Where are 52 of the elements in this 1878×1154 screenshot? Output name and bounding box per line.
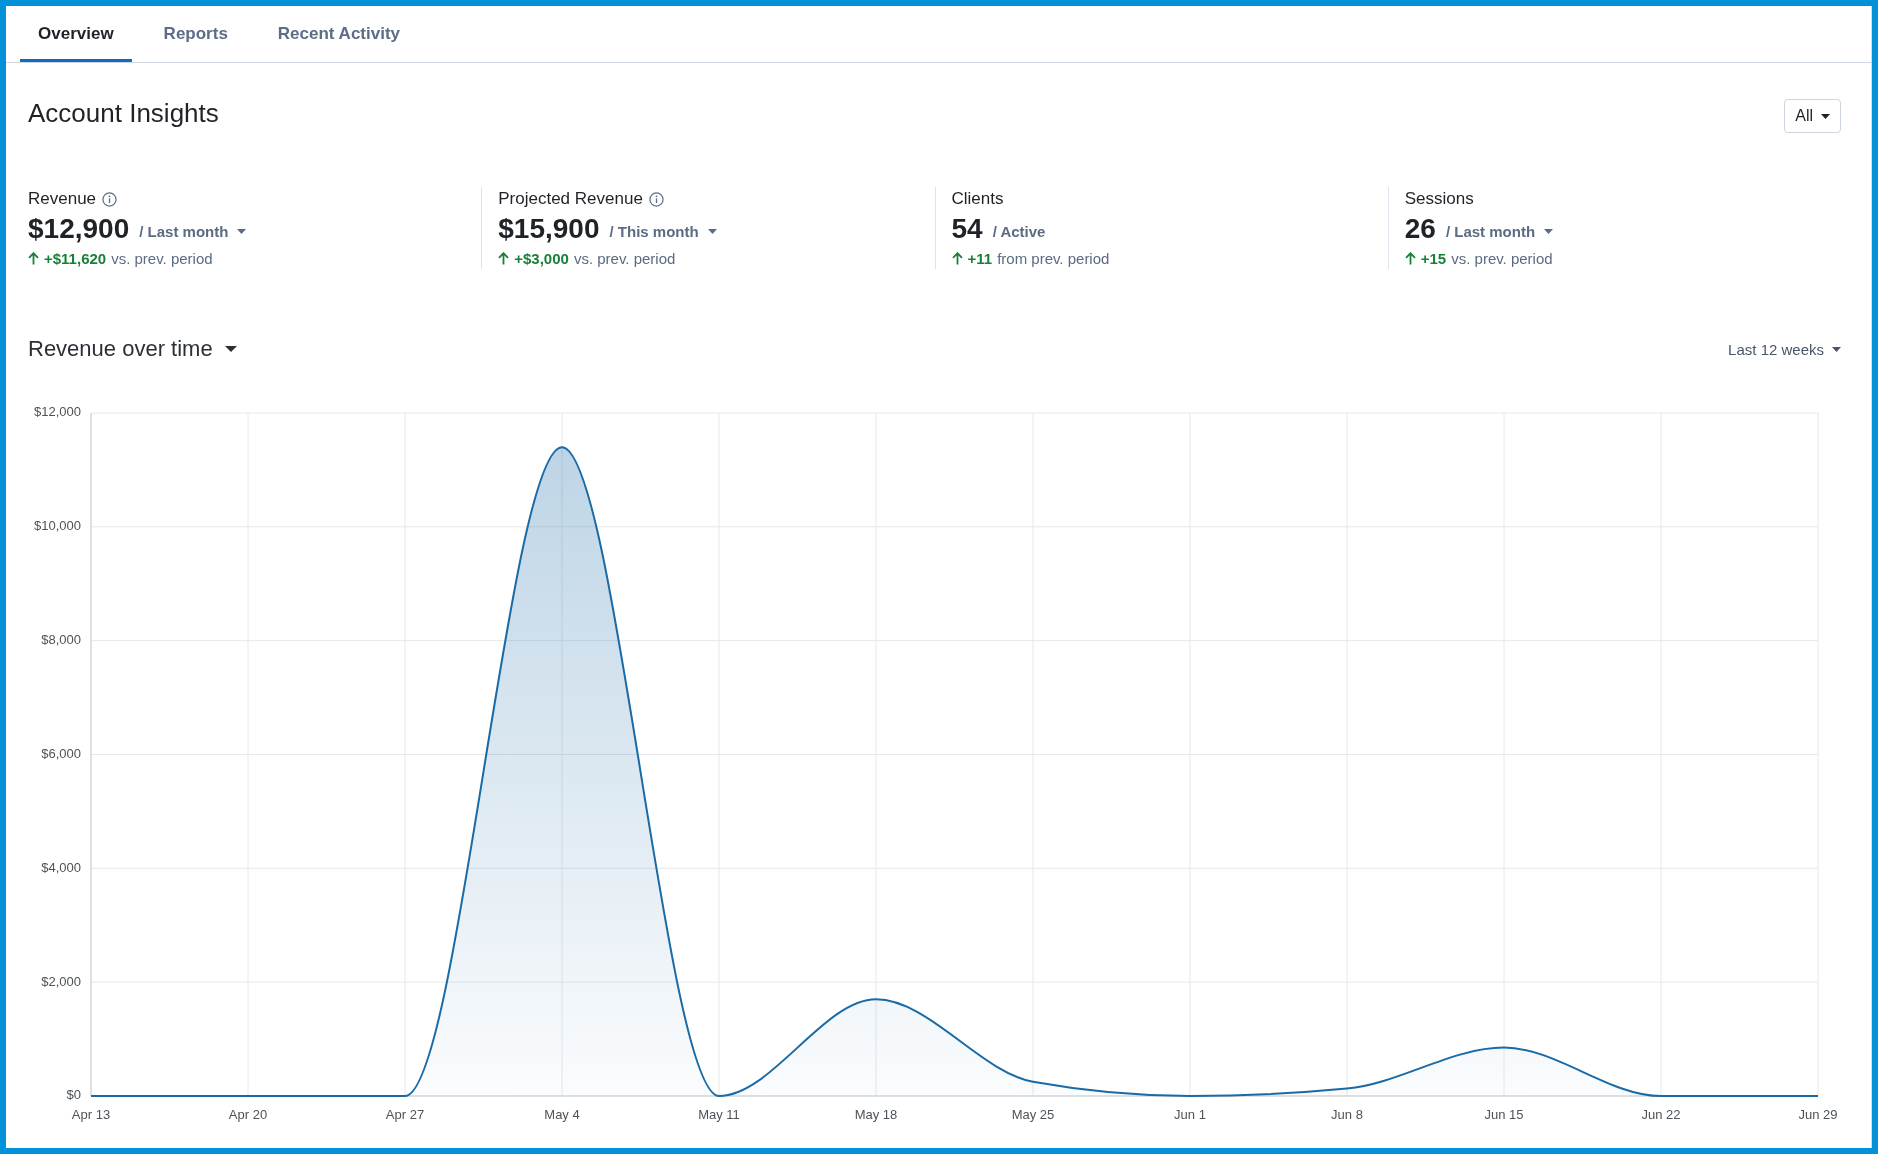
y-axis-label: $0 [66,1087,81,1103]
x-axis-label: May 18 [854,1107,898,1123]
metric-label: Clients [951,189,1004,209]
change-label: vs. prev. period [111,249,213,267]
metric-value: 54 [951,213,983,245]
caret-icon [1821,113,1830,119]
y-axis-label: $8,000 [41,632,81,648]
change-value: +$3,000 [514,249,569,267]
y-axis-label: $10,000 [34,518,81,534]
x-axis-label: May 25 [1011,1107,1055,1123]
change-label: from prev. period [997,249,1110,267]
caret-icon [707,228,717,234]
change-label: vs. prev. period [573,249,676,267]
metric-label: Projected Revenue [498,189,643,209]
tab[interactable]: Recent Activity [259,6,419,62]
page-title: Account Insights [28,97,219,129]
metric-value: $15,900 [498,213,600,245]
tab[interactable]: Overview [20,6,132,62]
x-axis-label: Apr 20 [228,1107,268,1123]
x-axis-label: May 4 [544,1107,580,1123]
metric-value: 26 [1404,213,1436,245]
x-axis-label: Jun 22 [1641,1107,1681,1123]
metric-label: Revenue [28,189,97,209]
period-label: / Active [992,222,1046,240]
period-dropdown[interactable]: / Last month [1445,222,1554,240]
change-value: +$11,620 [44,249,107,267]
caret-icon [1544,228,1554,234]
y-axis-label: $2,000 [41,973,81,989]
y-axis-label: $4,000 [41,859,81,875]
change-value: +11 [967,249,993,267]
x-axis-label: Jun 1 [1174,1107,1206,1123]
y-axis-label: $6,000 [41,745,81,761]
caret-icon [1832,346,1841,352]
x-axis-label: Apr 27 [385,1107,425,1123]
caret-icon [237,228,247,234]
metric-value: $12,900 [28,213,130,245]
change-label: vs. prev. period [1451,249,1553,267]
x-axis-label: Jun 29 [1798,1107,1838,1123]
x-axis-label: May 11 [698,1107,740,1123]
metric-label: Sessions [1404,189,1474,209]
tab[interactable]: Reports [145,6,246,62]
range-dropdown[interactable]: Last 12 weeks [1728,340,1841,358]
filter-dropdown[interactable]: All [1784,99,1841,133]
caret-icon [224,346,237,352]
period-dropdown[interactable]: / Last month [139,222,247,240]
period-dropdown[interactable]: / This month [609,222,717,240]
x-axis-label: Apr 13 [71,1107,111,1123]
change-value: +15 [1420,249,1447,267]
y-axis-label: $12,000 [34,404,81,420]
x-axis-label: Jun 15 [1484,1107,1524,1123]
x-axis-label: Jun 8 [1331,1107,1363,1123]
chart-title-dropdown[interactable]: Revenue over time [28,336,237,362]
